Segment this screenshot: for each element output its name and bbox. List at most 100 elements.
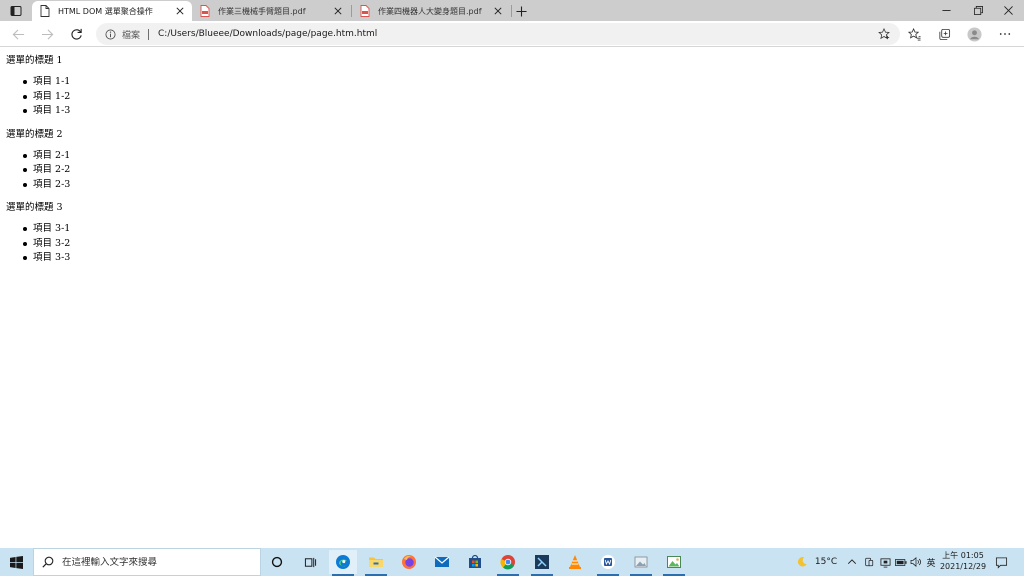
menu-item: 項目 2-3 <box>23 178 1018 193</box>
taskbar-search[interactable] <box>33 548 261 576</box>
taskbar-app-code-editor[interactable] <box>528 550 556 576</box>
url-text[interactable]: C:/Users/Blueee/Downloads/page/page.htm.… <box>158 29 877 39</box>
weather-icon-wrapper[interactable] <box>794 548 810 576</box>
close-icon[interactable] <box>332 5 344 17</box>
minimize-button[interactable] <box>930 0 962 21</box>
firefox-icon <box>402 555 416 569</box>
code-editor-icon <box>535 555 549 569</box>
restore-button[interactable] <box>962 0 994 21</box>
menu-item-list: 項目 2-1 項目 2-2 項目 2-3 <box>6 149 1018 193</box>
taskbar-app-photos[interactable] <box>627 550 655 576</box>
close-icon <box>1003 6 1013 15</box>
notification-icon <box>995 556 1007 569</box>
edge-icon <box>336 555 350 569</box>
info-icon[interactable] <box>105 29 116 40</box>
folder-icon <box>369 557 383 567</box>
tab-actions-button[interactable] <box>4 2 28 19</box>
pdf-icon <box>200 5 210 17</box>
phone-link-icon <box>865 557 874 567</box>
input-method-indicator[interactable]: 英 <box>924 548 938 576</box>
collections-icon <box>938 28 950 40</box>
taskbar: 15°C 英 上午 01:05 2021/12/29 <box>0 548 1024 576</box>
collections-button[interactable] <box>936 26 952 42</box>
address-bar[interactable]: 檔案 C:/Users/Blueee/Downloads/page/page.h… <box>96 23 900 45</box>
taskbar-app-file-explorer[interactable] <box>362 550 390 576</box>
forward-button[interactable] <box>38 25 56 43</box>
taskbar-app-word[interactable] <box>594 550 622 576</box>
taskbar-app-mail[interactable] <box>428 550 456 574</box>
vlc-icon <box>569 555 581 569</box>
notification-center-button[interactable] <box>992 553 1010 571</box>
menu-item-list: 項目 3-1 項目 3-2 項目 3-3 <box>6 222 1018 266</box>
tab-2[interactable]: 作業四機器人大變身題目.pdf <box>352 1 510 21</box>
arrow-right-icon <box>41 28 53 40</box>
new-tab-button[interactable] <box>513 3 529 19</box>
menu-title[interactable]: 選單的標題 1 <box>6 55 1018 67</box>
menu-2: 選單的標題 2 項目 2-1 項目 2-2 項目 2-3 <box>6 129 1018 193</box>
chrome-icon <box>500 555 515 570</box>
word-icon <box>601 555 615 569</box>
clock-time: 上午 01:05 <box>942 551 984 560</box>
menu-title[interactable]: 選單的標題 3 <box>6 202 1018 214</box>
tab-separator <box>511 5 512 17</box>
close-icon[interactable] <box>492 5 504 17</box>
taskbar-app-edge[interactable] <box>329 550 357 576</box>
menu-item: 項目 3-2 <box>23 237 1018 252</box>
menu-item: 項目 2-2 <box>23 163 1018 178</box>
taskbar-app-store[interactable] <box>461 550 489 574</box>
profile-button[interactable] <box>966 26 982 42</box>
search-input[interactable] <box>62 556 252 568</box>
store-icon <box>469 554 481 568</box>
refresh-icon <box>70 28 82 40</box>
clock-date: 2021/12/29 <box>939 562 987 571</box>
speaker-icon <box>910 557 921 567</box>
tab-title: HTML DOM 選單聚合操作 <box>58 6 153 16</box>
taskbar-app-vlc[interactable] <box>561 550 589 574</box>
cortana-button[interactable] <box>263 550 291 574</box>
close-icon[interactable] <box>174 5 186 17</box>
task-view-button[interactable] <box>296 550 324 574</box>
back-button[interactable] <box>9 25 27 43</box>
battery-button[interactable] <box>894 548 908 576</box>
taskbar-app-image-editor[interactable] <box>660 550 688 576</box>
search-icon <box>42 556 54 568</box>
add-favorite-icon[interactable] <box>877 27 891 41</box>
menu-title[interactable]: 選單的標題 2 <box>6 129 1018 141</box>
menu-item: 項目 3-3 <box>23 251 1018 266</box>
volume-button[interactable] <box>909 548 923 576</box>
menu-item: 項目 1-1 <box>23 75 1018 90</box>
mail-icon <box>434 556 450 567</box>
weather-temperature[interactable]: 15°C <box>812 548 840 576</box>
tab-0[interactable]: HTML DOM 選單聚合操作 <box>32 1 192 21</box>
menu-item-list: 項目 1-1 項目 1-2 項目 1-3 <box>6 75 1018 119</box>
avatar-icon <box>966 26 982 42</box>
settings-more-button[interactable] <box>997 26 1013 42</box>
tab-actions-icon <box>10 5 22 16</box>
ellipsis-icon <box>999 33 1011 35</box>
show-hidden-icons-button[interactable] <box>845 548 859 576</box>
tab-1[interactable]: 作業三機械手臂題目.pdf <box>192 1 350 21</box>
refresh-button[interactable] <box>67 25 85 43</box>
monitor-icon <box>880 557 890 567</box>
chevron-up-icon <box>847 559 857 564</box>
address-divider <box>148 28 150 40</box>
image-editor-icon <box>667 556 681 568</box>
task-view-icon <box>304 557 316 567</box>
tab-title: 作業三機械手臂題目.pdf <box>218 6 306 16</box>
tray-app-icon[interactable] <box>862 548 876 576</box>
start-button[interactable] <box>0 548 33 576</box>
tray-display-icon[interactable] <box>878 548 892 576</box>
clock[interactable]: 上午 01:05 2021/12/29 <box>938 550 988 574</box>
minimize-icon <box>941 10 951 11</box>
menu-item: 項目 2-1 <box>23 149 1018 164</box>
taskbar-app-chrome[interactable] <box>494 550 522 576</box>
favorites-button[interactable] <box>906 26 922 42</box>
restore-icon <box>973 6 983 15</box>
menu-item: 項目 1-3 <box>23 104 1018 119</box>
menu-item: 項目 1-2 <box>23 90 1018 105</box>
menu-1: 選單的標題 1 項目 1-1 項目 1-2 項目 1-3 <box>6 55 1018 119</box>
taskbar-app-firefox[interactable] <box>395 550 423 574</box>
moon-icon <box>797 557 807 567</box>
close-window-button[interactable] <box>992 0 1024 21</box>
cortana-icon <box>271 556 283 568</box>
